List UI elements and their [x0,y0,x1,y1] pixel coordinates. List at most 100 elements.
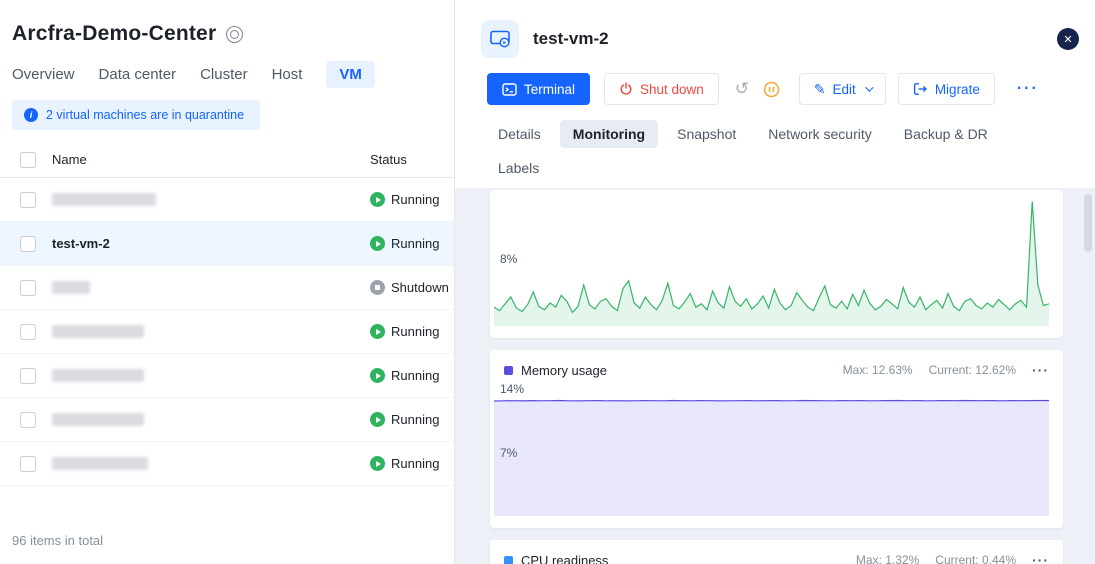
cpu-usage-chart-card: 8% [490,190,1063,338]
table-row[interactable]: Running [0,354,454,398]
row-checkbox[interactable] [20,192,36,208]
vm-name-redacted [52,281,90,294]
select-all-checkbox[interactable] [20,152,36,168]
cpu-readiness-chart-header: CPU readiness Max: 1.32% Current: 0.44% … [490,540,1063,564]
y-axis-tick: 14% [500,382,524,396]
more-actions-button[interactable]: ··· [1017,80,1039,98]
row-checkbox[interactable] [20,236,36,252]
tab-snapshot[interactable]: Snapshot [664,120,749,148]
row-checkbox[interactable] [20,368,36,384]
cpu-readiness-legend-swatch [504,556,513,564]
tab-cluster[interactable]: Cluster [200,61,248,88]
status-badge: Shutdown [370,280,452,295]
row-checkbox[interactable] [20,324,36,340]
table-row[interactable]: Running [0,178,454,222]
migrate-icon [913,82,928,96]
vm-list-panel: Arcfra-Demo-Center Overview Data center … [0,0,455,564]
vm-detail-panel: test-vm-2 ✕ Terminal Shut down [455,0,1095,564]
memory-legend-swatch [504,366,513,375]
vm-name-redacted [52,457,148,470]
status-label: Running [391,192,439,207]
suspend-icon [763,81,780,98]
table-row[interactable]: Shutdown [0,266,454,310]
page-title: Arcfra-Demo-Center [12,22,216,46]
items-total: 96 items in total [0,507,454,564]
close-icon[interactable]: ✕ [1057,28,1079,50]
row-checkbox[interactable] [20,456,36,472]
running-icon [370,192,385,207]
availability-zone-icon [226,26,243,43]
running-icon [370,236,385,251]
table-row[interactable]: Running [0,398,454,442]
tab-overview[interactable]: Overview [12,61,75,88]
quarantine-banner[interactable]: i 2 virtual machines are in quarantine [12,100,260,130]
memory-current-value: Current: 12.62% [929,363,1016,377]
tab-labels[interactable]: Labels [485,154,552,182]
detail-tabs: Details Monitoring Snapshot Network secu… [455,105,1055,188]
tab-network-security[interactable]: Network security [755,120,884,148]
info-icon: i [24,108,38,122]
terminal-icon [502,82,517,97]
vm-name[interactable]: test-vm-2 [52,236,370,251]
status-label: Running [391,324,439,339]
cpu-readiness-chart-menu-icon[interactable]: ··· [1032,552,1049,564]
y-axis-tick: 8% [500,252,517,266]
status-label: Running [391,412,439,427]
tab-vm[interactable]: VM [326,61,375,88]
y-axis-tick: 7% [500,446,517,460]
rollback-icon: ↺ [735,79,749,99]
memory-chart-title: Memory usage [521,363,607,378]
tab-host[interactable]: Host [272,61,303,88]
shut-down-button[interactable]: Shut down [604,73,719,105]
suspend-button[interactable] [757,73,787,105]
cpu-readiness-max-value: Max: 1.32% [856,553,919,564]
status-badge: Running [370,456,452,471]
table-row-selected[interactable]: test-vm-2 Running [0,222,454,266]
running-icon [370,324,385,339]
running-icon [370,412,385,427]
cpu-readiness-chart-title: CPU readiness [521,553,608,564]
chevron-down-icon [865,83,873,91]
memory-max-value: Max: 12.63% [843,363,913,377]
status-label: Running [391,456,439,471]
status-badge: Running [370,236,452,251]
tab-backup-dr[interactable]: Backup & DR [891,120,1001,148]
shut-down-button-label: Shut down [640,82,704,97]
terminal-button[interactable]: Terminal [487,73,590,105]
tab-data-center[interactable]: Data center [99,61,177,88]
quarantine-banner-text: 2 virtual machines are in quarantine [46,108,244,122]
shutdown-icon [370,280,385,295]
tab-monitoring[interactable]: Monitoring [560,120,658,148]
vm-name-redacted [52,325,144,338]
power-icon [619,82,633,96]
detail-header: test-vm-2 ✕ [455,0,1095,58]
memory-usage-chart-card: Memory usage Max: 12.63% Current: 12.62%… [490,350,1063,528]
terminal-button-label: Terminal [524,82,575,97]
vm-table: Name Status Running test-vm-2 Running [0,138,454,507]
detail-toolbar: Terminal Shut down ↺ ✎ [455,58,1095,105]
migrate-button-label: Migrate [935,82,980,97]
running-icon [370,456,385,471]
memory-usage-area-chart [494,388,1049,516]
column-header-status: Status [370,152,452,167]
scrollbar-thumb[interactable] [1084,194,1092,252]
row-checkbox[interactable] [20,280,36,296]
detail-title: test-vm-2 [533,29,609,49]
migrate-button[interactable]: Migrate [898,73,995,105]
table-header: Name Status [0,142,454,178]
vm-name-redacted [52,369,144,382]
status-badge: Running [370,412,452,427]
status-label: Running [391,236,439,251]
table-row[interactable]: Running [0,442,454,486]
rollback-button[interactable]: ↺ [727,73,757,105]
edit-button[interactable]: ✎ Edit [799,73,886,105]
cpu-usage-chart: 8% [494,198,1049,326]
cpu-readiness-chart-card: CPU readiness Max: 1.32% Current: 0.44% … [490,540,1063,564]
memory-chart-menu-icon[interactable]: ··· [1032,362,1049,378]
cpu-usage-area-chart [494,198,1049,326]
tab-details[interactable]: Details [485,120,554,148]
status-label: Shutdown [391,280,449,295]
table-row[interactable]: Running [0,310,454,354]
vm-icon [481,20,519,58]
row-checkbox[interactable] [20,412,36,428]
